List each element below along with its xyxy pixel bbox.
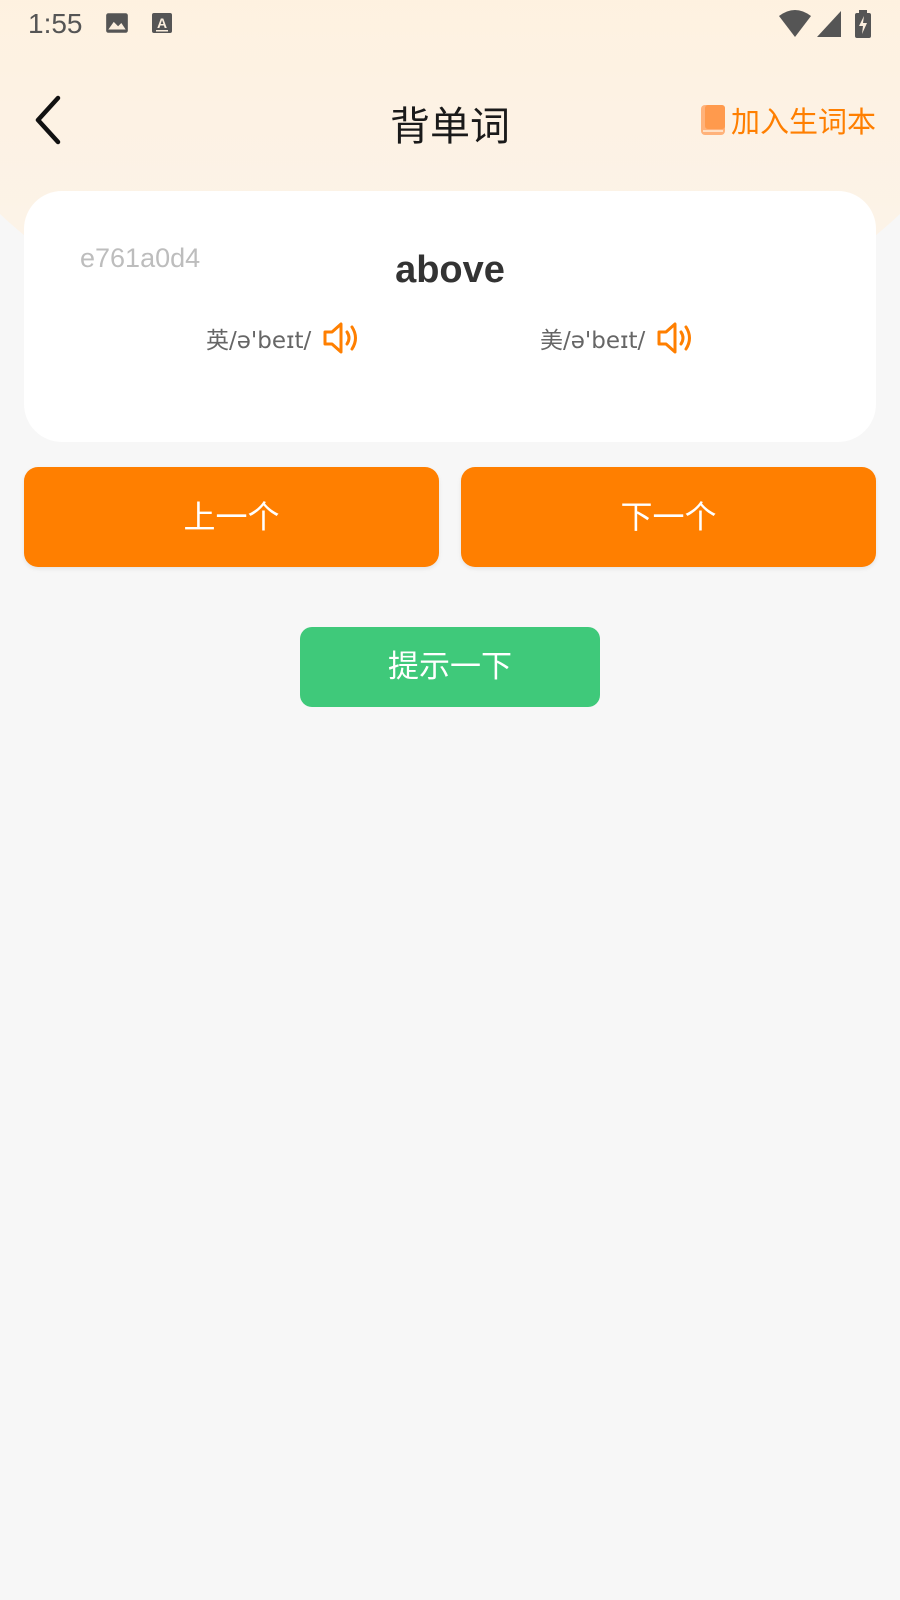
wifi-icon bbox=[779, 10, 811, 37]
keyboard-a-icon: A bbox=[152, 13, 172, 33]
add-to-vocabulary-label: 加入生词本 bbox=[730, 105, 876, 139]
add-to-vocabulary-button[interactable]: 加入生词本 bbox=[699, 100, 876, 140]
screen: 1:55 A 背单词 加入生词本 e761a0d4 above 英/ə'beɪt… bbox=[0, 0, 900, 1600]
previous-button[interactable]: 上一个 bbox=[24, 467, 439, 567]
signal-icon bbox=[817, 11, 841, 37]
word-card: e761a0d4 above 英/ə'beɪt/ 美/ə'beɪt/ bbox=[24, 191, 876, 442]
us-phonetic-text: 美/ə'beɪt/ bbox=[540, 328, 646, 354]
status-time: 1:55 bbox=[28, 8, 83, 39]
uk-phonetic: 英/ə'beɪt/ bbox=[206, 315, 361, 361]
next-button[interactable]: 下一个 bbox=[461, 467, 876, 567]
image-icon bbox=[106, 13, 128, 33]
us-phonetic: 美/ə'beɪt/ bbox=[540, 315, 695, 361]
hint-button[interactable]: 提示一下 bbox=[300, 627, 600, 707]
us-speaker-icon[interactable] bbox=[655, 318, 695, 358]
battery-charging-icon bbox=[855, 10, 871, 38]
uk-phonetic-text: 英/ə'beɪt/ bbox=[206, 328, 312, 354]
book-icon bbox=[700, 105, 725, 135]
svg-text:A: A bbox=[157, 15, 167, 31]
word-text: above bbox=[395, 249, 505, 291]
uk-speaker-icon[interactable] bbox=[321, 318, 361, 358]
nav-bar: 背单词 加入生词本 bbox=[0, 70, 900, 170]
status-bar: 1:55 A bbox=[0, 0, 900, 50]
